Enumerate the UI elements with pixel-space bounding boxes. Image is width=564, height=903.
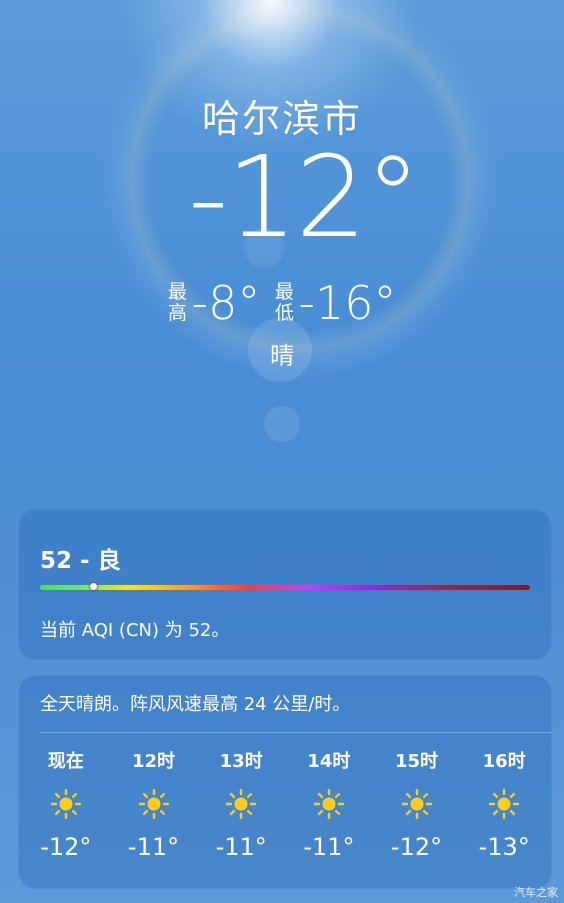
sun-icon [401, 788, 432, 820]
hour-temperature: -11° [215, 833, 267, 861]
hour-temperature: -11° [303, 833, 355, 861]
aqi-level-marker [90, 583, 98, 590]
hourly-forecast-card[interactable]: 全天晴朗。阵风风速最高 24 公里/时。 现在 -12° 12时 -11° 13时 -11… [18, 675, 552, 889]
sun-icon [488, 788, 520, 820]
hour-label: 16时 [482, 751, 526, 772]
hourly-forecast-item: 16时 -13° [460, 749, 548, 861]
low-value: -16° [298, 276, 397, 330]
low-label: 最低 [274, 281, 294, 324]
hour-temperature: -12° [390, 833, 443, 861]
aqi-scale-bar [40, 583, 530, 590]
high-label: 最高 [167, 281, 187, 324]
high-low-temperatures: 最高 -8° 最低 -16° [0, 280, 564, 326]
hourly-forecast-item: 12时 -11° [110, 749, 198, 861]
weather-condition: 晴 [270, 342, 294, 370]
hour-temperature: -11° [127, 833, 180, 861]
hour-label: 14时 [307, 751, 351, 772]
hourly-forecast-item: 13时 -11° [197, 749, 285, 861]
aqi-description: 当前 AQI (CN) 为 52。 [40, 620, 230, 641]
hourly-forecast-item: 现在 -12° [22, 749, 110, 861]
sun-icon [313, 788, 345, 820]
hourly-forecast-item: 14时 -11° [285, 749, 373, 861]
hour-temperature: -13° [478, 833, 530, 861]
hour-label: 15时 [394, 751, 439, 772]
hour-label: 13时 [219, 751, 263, 772]
current-temperature: -12° [188, 133, 421, 263]
hour-temperature: -12° [40, 833, 92, 861]
forecast-summary: 全天晴朗。阵风风速最高 24 公里/时。 [40, 694, 351, 715]
hour-label: 12时 [131, 751, 176, 772]
lens-flare [264, 406, 300, 442]
sun-icon [138, 788, 169, 820]
sun-icon [50, 788, 82, 820]
watermark: 汽车之家 [514, 886, 558, 899]
high-value: -8° [191, 276, 261, 330]
aqi-value: 52 - 良 [40, 548, 121, 574]
hour-label: 现在 [47, 751, 84, 772]
high-temperature: 最高 -8° [167, 280, 260, 326]
sun-icon [225, 788, 257, 820]
hourly-forecast-list[interactable]: 现在 -12° 12时 -11° 13时 -11° 14时 -11° 15时 -12° 16时 -13… [22, 749, 548, 861]
divider [40, 732, 552, 733]
hourly-forecast-item: 15时 -12° [373, 749, 461, 861]
air-quality-card[interactable]: 52 - 良 当前 AQI (CN) 为 52。 [18, 509, 552, 660]
low-temperature: 最低 -16° [274, 276, 397, 330]
